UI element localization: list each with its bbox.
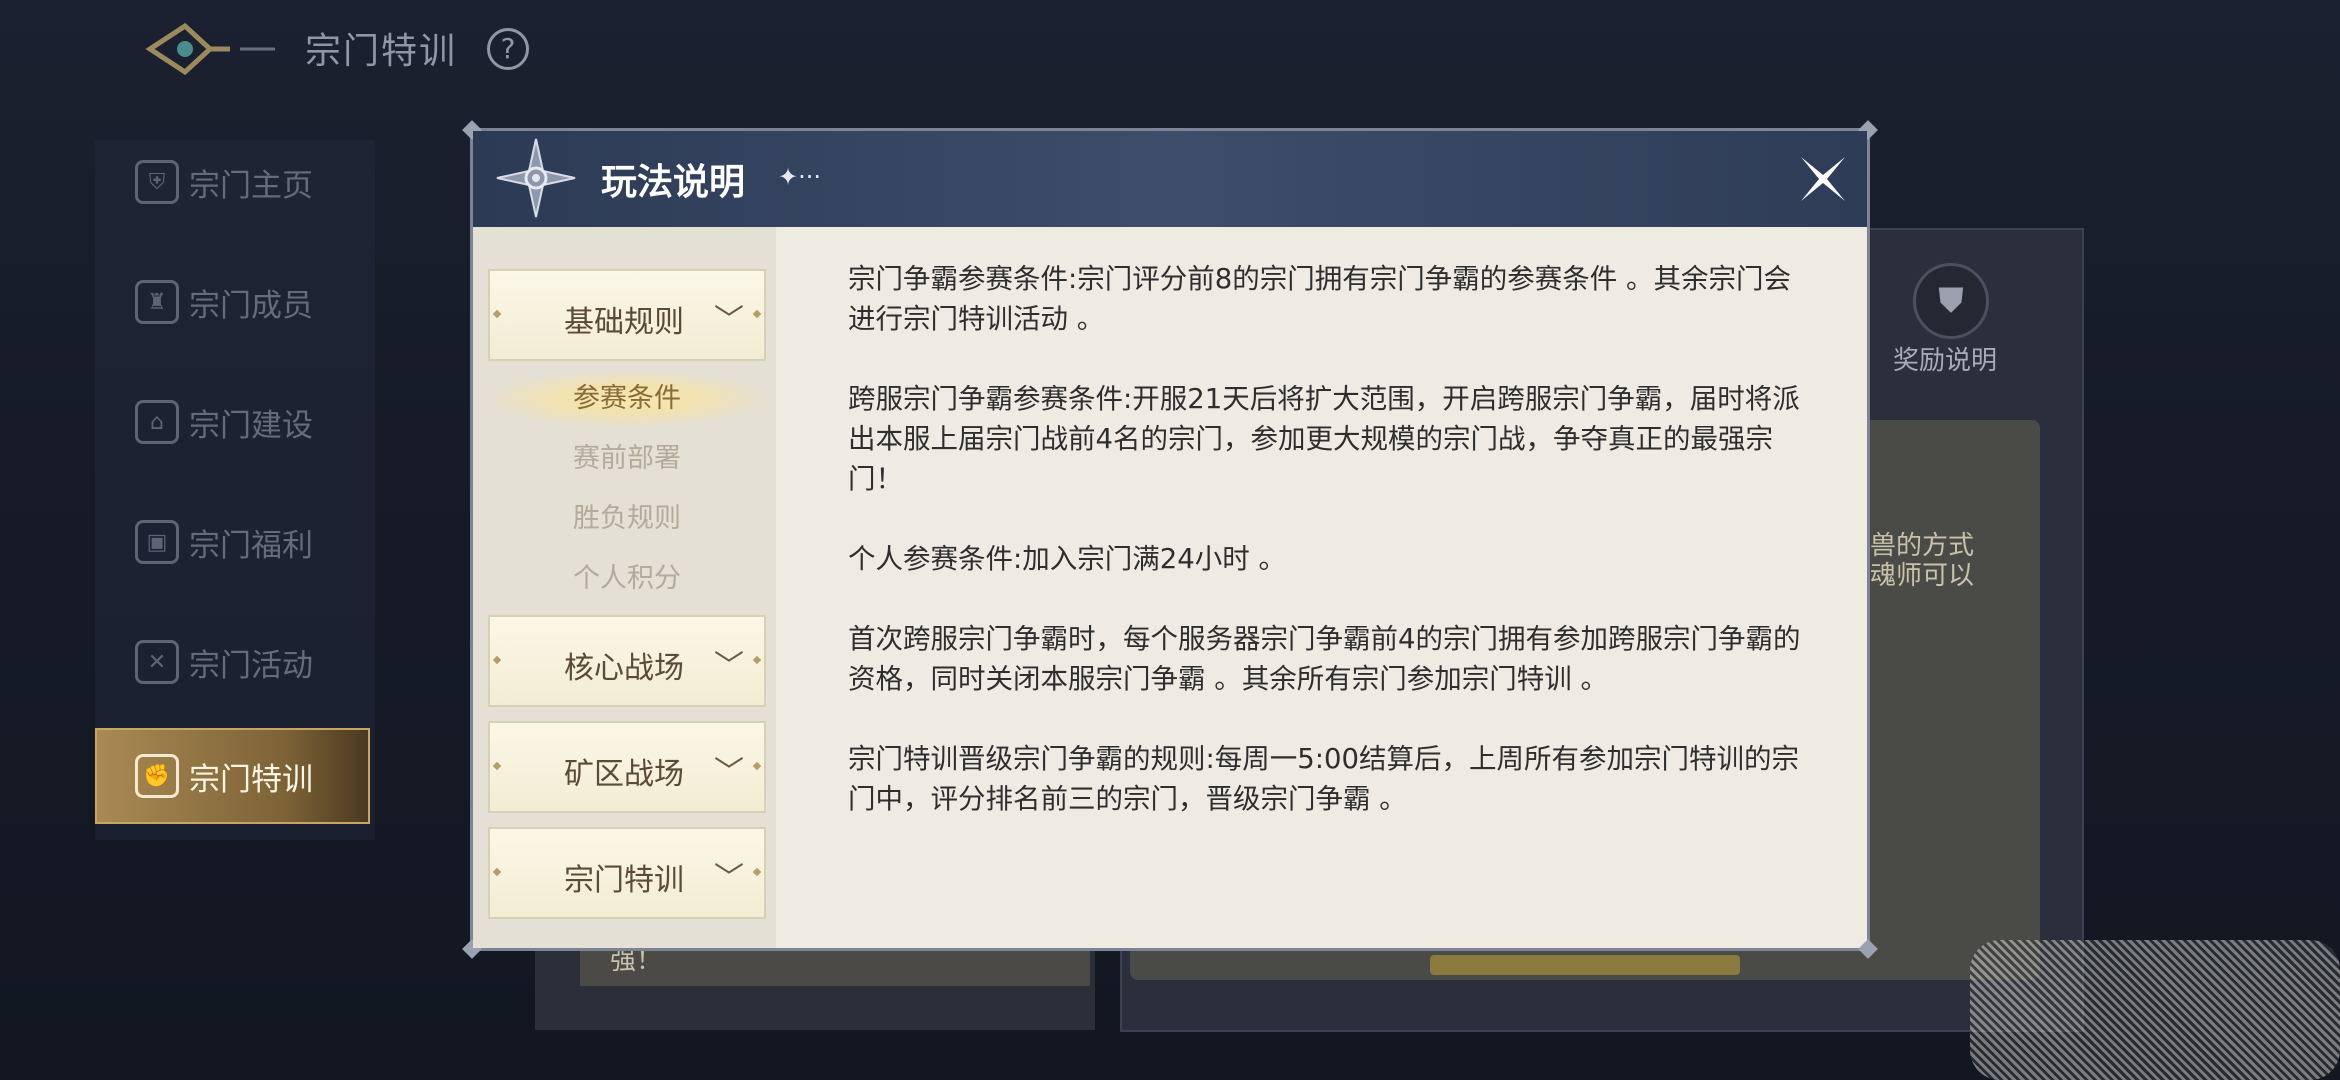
sidebar: ⛨ 宗门主页 ♜ 宗门成员 ⌂ 宗门建设 ▣ 宗门福利 ✕ 宗门活动 ✊ 宗门特… [95, 140, 375, 840]
sidebar-item-construction[interactable]: ⌂ 宗门建设 [135, 392, 375, 452]
sidebar-item-members[interactable]: ♜ 宗门成员 [135, 272, 375, 332]
subitem-personal-points[interactable]: 个人积分 [488, 551, 766, 607]
reward-shield-icon[interactable]: ⛊ [1913, 263, 1989, 339]
shield-icon: ⛨ [135, 160, 179, 204]
noise-overlay [1970, 940, 2340, 1080]
sidebar-item-training[interactable]: ✊ 宗门特训 [95, 728, 370, 824]
building-icon: ⌂ [135, 400, 179, 444]
tab-ornament [752, 867, 762, 877]
swords-icon: ✕ [135, 640, 179, 684]
rule-paragraph: 宗门争霸参赛条件:宗门评分前8的宗门拥有宗门争霸的参赛条件 。其余宗门会进行宗门… [848, 263, 1791, 335]
fist-icon: ✊ [135, 754, 179, 798]
help-icon[interactable]: ? [487, 28, 529, 70]
rules-content: 宗门争霸参赛条件:宗门评分前8的宗门拥有宗门争霸的参赛条件 。其余宗门会进行宗门… [848, 259, 1818, 859]
sidebar-item-label: 宗门建设 [189, 407, 313, 444]
background-text-fragment: 魂师可以 [1870, 561, 1975, 591]
category-tab-sect-training[interactable]: 宗门特训 ﹀ [488, 827, 766, 919]
subitem-pre-match-deployment[interactable]: 赛前部署 [488, 431, 766, 487]
sidebar-item-label: 宗门活动 [189, 647, 313, 684]
tab-ornament [752, 655, 762, 665]
sidebar-item-home[interactable]: ⛨ 宗门主页 [135, 152, 375, 212]
sidebar-item-label: 宗门主页 [189, 167, 313, 204]
page-title: 宗门特训 [305, 31, 458, 72]
category-label: 基础规则 [564, 305, 684, 340]
category-label: 矿区战场 [564, 757, 684, 792]
close-icon[interactable] [1795, 151, 1851, 207]
back-arrow-icon[interactable] [140, 18, 280, 80]
category-tab-mine-battlefield[interactable]: 矿区战场 ﹀ [488, 721, 766, 813]
tab-ornament [492, 761, 502, 771]
compass-star-icon [496, 138, 576, 218]
dialog-title: 玩法说明 [601, 161, 746, 203]
chevron-down-icon: ﹀ [714, 861, 744, 896]
category-tab-basic-rules[interactable]: 基础规则 ﹀ [488, 269, 766, 361]
dialog-header: 玩法说明 ✦··· [473, 131, 1867, 227]
background-button [1430, 955, 1740, 975]
sidebar-item-activities[interactable]: ✕ 宗门活动 [135, 632, 375, 692]
sidebar-item-label: 宗门成员 [189, 287, 313, 324]
chevron-down-icon: ﹀ [714, 755, 744, 790]
category-label: 核心战场 [564, 651, 684, 686]
chevron-down-icon: ﹀ [714, 303, 744, 338]
category-tab-core-battlefield[interactable]: 核心战场 ﹀ [488, 615, 766, 707]
category-label: 宗门特训 [564, 863, 684, 898]
tab-ornament [752, 309, 762, 319]
tab-ornament [492, 309, 502, 319]
tab-ornament [752, 761, 762, 771]
chevron-down-icon: ﹀ [714, 649, 744, 684]
helmet-icon: ♜ [135, 280, 179, 324]
reward-info-label[interactable]: 奖励说明 [1893, 340, 1997, 377]
title-decoration: ✦··· [778, 163, 821, 191]
tab-ornament [492, 655, 502, 665]
rule-paragraph: 宗门特训晋级宗门争霸的规则:每周一5:00结算后，上周所有参加宗门特训的宗门中，… [848, 743, 1800, 815]
gift-icon: ▣ [135, 520, 179, 564]
top-bar: 宗门特训 ? [0, 0, 2340, 100]
rule-paragraph: 首次跨服宗门争霸时，每个服务器宗门争霸前4的宗门拥有参加跨服宗门争霸的资格，同时… [848, 623, 1801, 695]
sidebar-item-label: 宗门福利 [189, 527, 313, 564]
rule-paragraph: 个人参赛条件:加入宗门满24小时 。 [848, 543, 1286, 575]
category-list: 基础规则 ﹀ 参赛条件 赛前部署 胜负规则 个人积分 核心战场 ﹀ 矿区战场 ﹀… [473, 227, 776, 948]
subitem-entry-conditions[interactable]: 参赛条件 [488, 371, 766, 427]
rules-dialog: 玩法说明 ✦··· 基础规则 ﹀ 参赛条件 赛前部署 胜负规则 个人积分 核心战… [462, 120, 1878, 959]
sidebar-item-label: 宗门特训 [189, 761, 313, 798]
sidebar-item-welfare[interactable]: ▣ 宗门福利 [135, 512, 375, 572]
tab-ornament [492, 867, 502, 877]
rule-paragraph: 跨服宗门争霸参赛条件:开服21天后将扩大范围，开启跨服宗门争霸，届时将派出本服上… [848, 383, 1800, 495]
subitem-win-loss-rules[interactable]: 胜负规则 [488, 491, 766, 547]
